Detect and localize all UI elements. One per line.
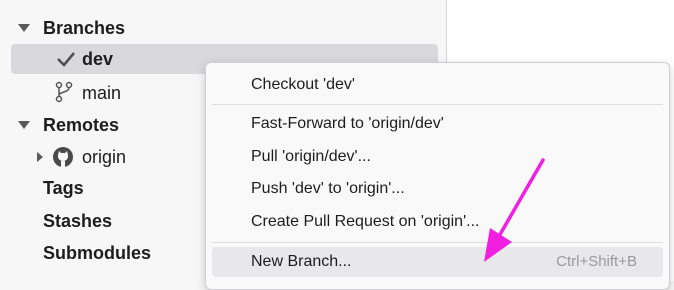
menu-item-checkout[interactable]: Checkout 'dev' — [212, 70, 663, 100]
tags-header[interactable]: Tags — [43, 174, 84, 202]
menu-item-new-branch-label: New Branch... — [251, 253, 352, 270]
menu-item-fast-forward[interactable]: Fast-Forward to 'origin/dev' — [212, 109, 663, 139]
github-icon — [53, 147, 73, 167]
check-icon — [57, 52, 75, 67]
remotes-header[interactable]: Remotes — [43, 111, 119, 139]
remotes-expand-icon[interactable] — [18, 121, 30, 129]
menu-item-create-pull-request[interactable]: Create Pull Request on 'origin'... — [212, 207, 663, 237]
branch-label-main[interactable]: main — [82, 79, 121, 107]
menu-separator — [212, 242, 663, 243]
branch-context-menu: Checkout 'dev' Fast-Forward to 'origin/d… — [205, 62, 670, 290]
menu-separator — [212, 104, 663, 105]
origin-expand-icon[interactable] — [37, 152, 43, 162]
submodules-header[interactable]: Submodules — [43, 239, 151, 267]
branches-header[interactable]: Branches — [43, 14, 125, 42]
branches-expand-icon[interactable] — [18, 24, 30, 32]
stashes-header[interactable]: Stashes — [43, 207, 112, 235]
remote-label-origin[interactable]: origin — [82, 143, 126, 171]
menu-item-new-branch[interactable]: New Branch... Ctrl+Shift+B — [212, 247, 663, 277]
branch-label-dev[interactable]: dev — [82, 45, 113, 73]
menu-item-pull[interactable]: Pull 'origin/dev'... — [212, 142, 663, 172]
menu-item-push[interactable]: Push 'dev' to 'origin'... — [212, 174, 663, 204]
annotation-arrow-icon — [484, 158, 545, 262]
new-branch-shortcut: Ctrl+Shift+B — [556, 253, 637, 270]
branch-icon — [55, 81, 73, 103]
